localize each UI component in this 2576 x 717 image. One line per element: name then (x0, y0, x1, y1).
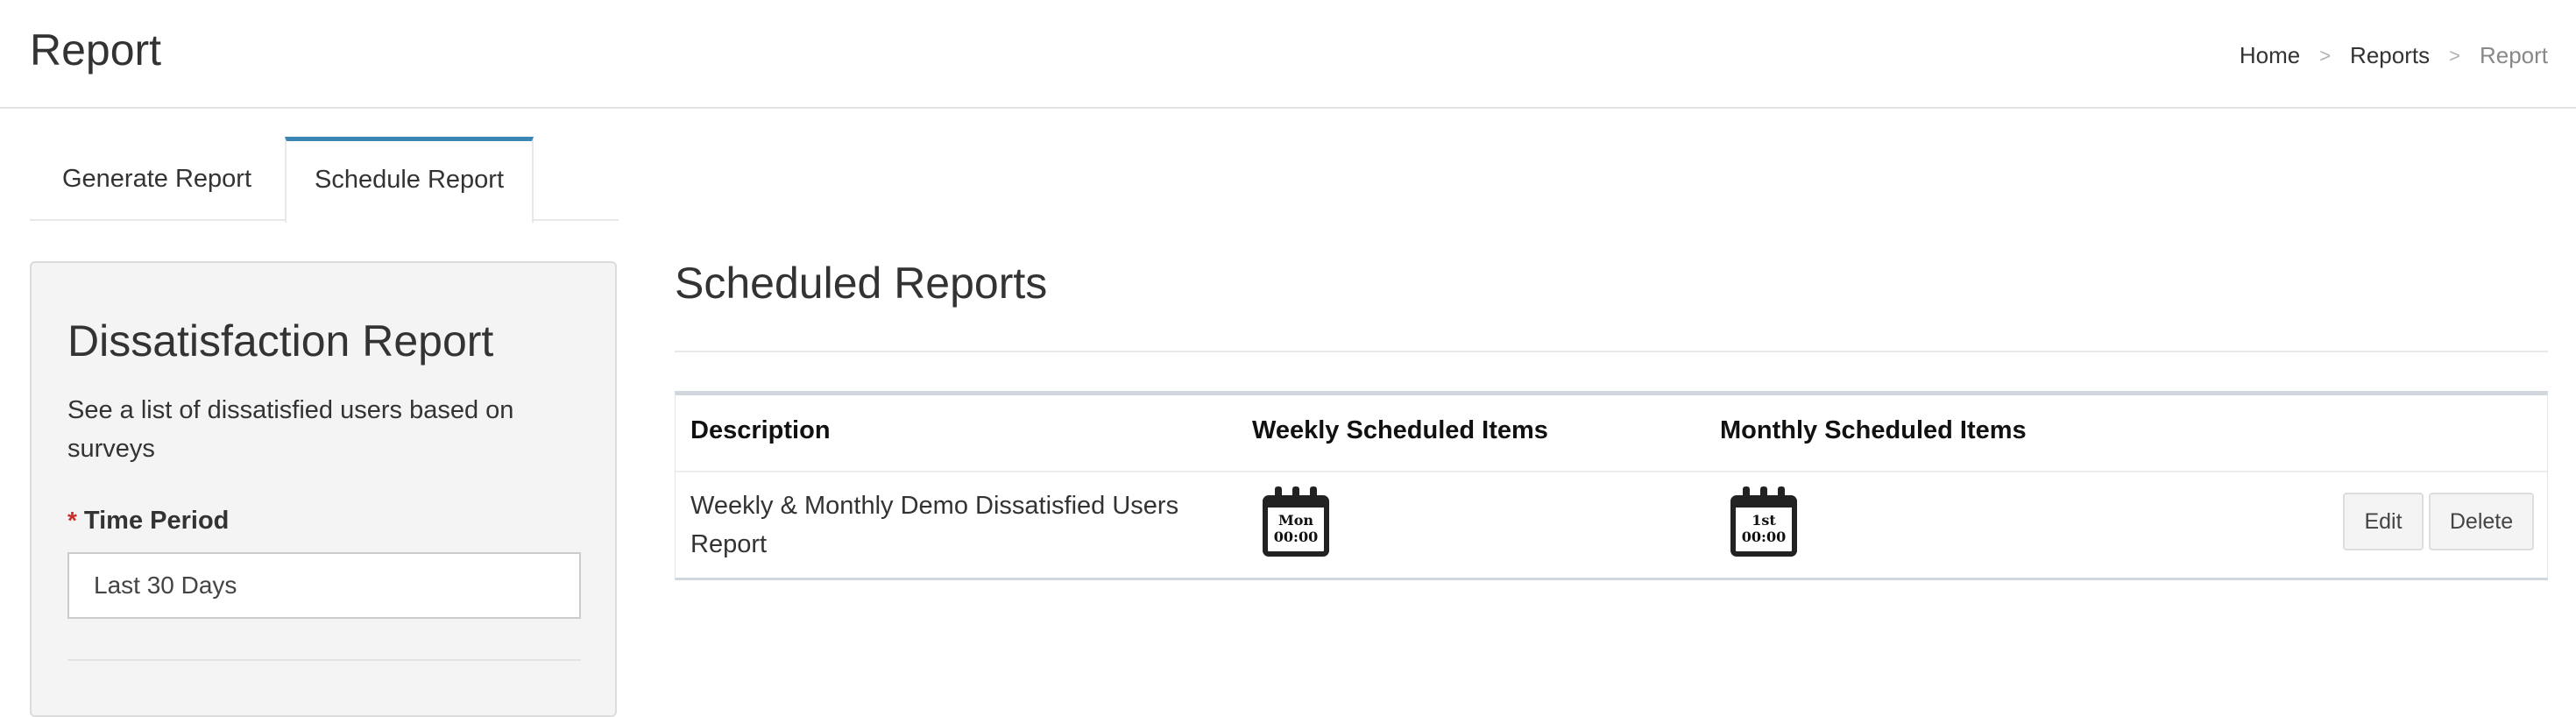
breadcrumb-separator: > (2449, 44, 2460, 67)
breadcrumb-home-link[interactable]: Home (2240, 42, 2300, 69)
scheduled-reports-title: Scheduled Reports (675, 259, 1048, 308)
calendar-icon: Mon 00:00 (1263, 486, 1329, 557)
column-header-weekly: Weekly Scheduled Items (1252, 416, 1548, 444)
weekly-time-label: 00:00 (1273, 529, 1319, 545)
monthly-day-label: 1st (1752, 512, 1776, 529)
time-period-select[interactable]: Last 30 Days (67, 552, 581, 619)
report-tabs: Generate Report Schedule Report (30, 137, 619, 223)
tab-generate-report[interactable]: Generate Report (30, 137, 284, 221)
breadcrumb-reports-link[interactable]: Reports (2350, 42, 2430, 69)
time-period-label-text: Time Period (83, 507, 230, 535)
page-header: Report Home > Reports > Report (0, 0, 2576, 109)
column-header-description: Description (690, 416, 831, 444)
form-title: Dissatisfaction Report (67, 316, 494, 366)
time-period-label: * Time Period (67, 507, 229, 536)
edit-button[interactable]: Edit (2343, 493, 2424, 550)
monthly-time-label: 00:00 (1741, 529, 1787, 545)
section-divider (675, 351, 2548, 352)
form-divider (67, 659, 581, 661)
required-asterisk-icon: * (67, 507, 77, 534)
calendar-icon: 1st 00:00 (1730, 486, 1797, 557)
breadcrumb-separator: > (2319, 44, 2332, 67)
breadcrumb-current: Report (2479, 42, 2548, 68)
breadcrumb: Home > Reports > Report (2240, 42, 2548, 69)
table-row-divider (676, 471, 2547, 472)
report-description-cell: Weekly & Monthly Demo Dissatisfied Users… (690, 492, 1179, 558)
form-description: See a list of dissatisfied users based o… (67, 396, 514, 463)
scheduled-reports-table: Description Weekly Scheduled Items Month… (675, 391, 2548, 580)
tab-schedule-report[interactable]: Schedule Report (285, 137, 534, 223)
page-title: Report (30, 25, 162, 75)
report-form-panel: Dissatisfaction Report See a list of dis… (30, 261, 617, 717)
column-header-monthly: Monthly Scheduled Items (1720, 416, 2027, 444)
weekly-day-label: Mon (1277, 512, 1313, 529)
delete-button[interactable]: Delete (2429, 493, 2534, 550)
